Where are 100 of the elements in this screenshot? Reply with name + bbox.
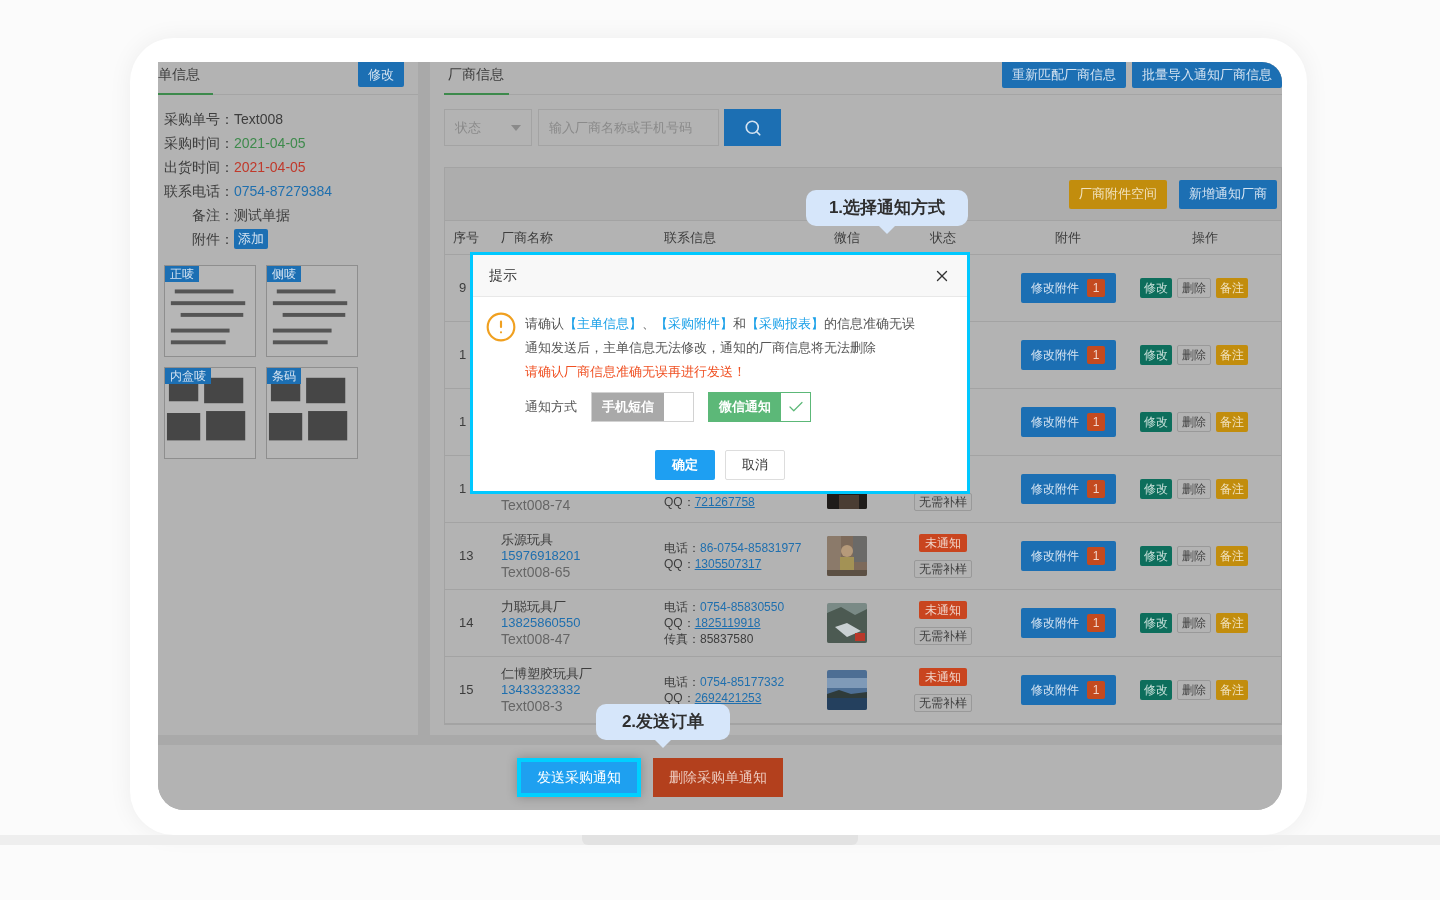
edit-attachment-button[interactable]: 修改附件 1 bbox=[1020, 407, 1116, 437]
field-value: 0754-87279384 bbox=[234, 181, 333, 201]
attachment-thumbnail[interactable]: 侧唛 bbox=[266, 265, 358, 357]
vendor-name: 乐源玩具 bbox=[501, 532, 554, 548]
edit-attachment-button[interactable]: 修改附件 1 bbox=[1020, 675, 1116, 705]
thumbnail-tag: 内盒唛 bbox=[165, 368, 211, 384]
edit-attachment-button[interactable]: 修改附件 1 bbox=[1020, 273, 1116, 303]
row-action-button[interactable]: 修改 bbox=[1139, 479, 1172, 499]
callout: 2.发送订单 bbox=[596, 704, 730, 748]
vendor-phone: 13825860550 bbox=[501, 615, 582, 631]
row-action-button[interactable]: 删除 bbox=[1176, 613, 1211, 633]
count-badge: 1 bbox=[1087, 413, 1105, 431]
search-button[interactable] bbox=[724, 109, 781, 146]
row-action-button[interactable]: 修改 bbox=[1139, 546, 1172, 566]
toolbar-button[interactable]: 厂商附件空间 bbox=[1069, 179, 1167, 209]
action-button[interactable]: 重新匹配厂商信息 bbox=[1002, 62, 1126, 88]
row-action-button[interactable]: 备注 bbox=[1215, 546, 1248, 566]
row-action-button[interactable]: 删除 bbox=[1176, 680, 1211, 700]
field-value: Text008 bbox=[234, 109, 284, 129]
warning-icon bbox=[485, 311, 517, 343]
row-number: 1 bbox=[458, 413, 468, 432]
row-action-button[interactable]: 备注 bbox=[1215, 412, 1248, 432]
dialog-note: 通知发送后，主单信息无法修改，通知的厂商信息将无法删除 bbox=[525, 339, 877, 357]
dialog-button[interactable]: 取消 bbox=[725, 450, 785, 480]
row-number: 14 bbox=[458, 614, 475, 633]
status-tag: 未通知 bbox=[919, 601, 967, 619]
field-value: 测试单据 bbox=[234, 205, 290, 225]
panel-tab[interactable]: 单信息 bbox=[158, 62, 213, 95]
footer-button[interactable]: 删除采购单通知 bbox=[653, 758, 783, 797]
count-badge: 1 bbox=[1087, 480, 1105, 498]
toolbar-button[interactable]: 新增通知厂商 bbox=[1179, 179, 1277, 209]
vendor-name: 仁博塑胶玩具厂 bbox=[501, 666, 593, 682]
row-action-button[interactable]: 备注 bbox=[1215, 613, 1248, 633]
attachment-thumbnail[interactable]: 正唛 bbox=[164, 265, 256, 357]
method-option[interactable]: 手机短信 bbox=[591, 392, 694, 422]
row-action-button[interactable]: 修改 bbox=[1139, 345, 1172, 365]
field-label: 采购单号： bbox=[164, 109, 234, 129]
vendor-code: Text008-74 bbox=[501, 497, 572, 513]
row-action-button[interactable]: 备注 bbox=[1215, 345, 1248, 365]
contact-value: 85837580 bbox=[700, 631, 754, 648]
method-option[interactable]: 微信通知 bbox=[708, 392, 811, 422]
field-label: 采购时间： bbox=[164, 133, 234, 153]
contact-link[interactable]: 2692421253 bbox=[694, 689, 762, 707]
action-button[interactable]: 批量导入通知厂商信息 bbox=[1132, 62, 1282, 88]
row-action-button[interactable]: 删除 bbox=[1176, 345, 1211, 365]
row-action-button[interactable]: 备注 bbox=[1215, 680, 1248, 700]
edit-attachment-button[interactable]: 修改附件 1 bbox=[1020, 608, 1116, 638]
field-label: 联系电话： bbox=[164, 181, 234, 201]
count-badge: 1 bbox=[1087, 346, 1105, 364]
sample-tag: 无需补样 bbox=[914, 560, 972, 578]
search-icon bbox=[743, 118, 762, 137]
row-number: 13 bbox=[458, 547, 475, 566]
column-header: 联系信息 bbox=[663, 228, 717, 247]
sample-tag: 无需补样 bbox=[914, 627, 972, 645]
vendor-name: 力聪玩具厂 bbox=[501, 599, 567, 615]
edit-attachment-button[interactable]: 修改附件 1 bbox=[1020, 340, 1116, 370]
attachment-thumbnail[interactable]: 内盒唛 bbox=[164, 367, 256, 459]
contact-value: 86-0754-85831977 bbox=[700, 540, 802, 557]
row-action-button[interactable]: 备注 bbox=[1215, 479, 1248, 499]
dialog-button[interactable]: 确定 bbox=[655, 450, 715, 480]
row-number: 1 bbox=[458, 480, 468, 499]
row-action-button[interactable]: 删除 bbox=[1176, 412, 1211, 432]
contact-link[interactable]: 1305507317 bbox=[694, 555, 762, 573]
row-action-button[interactable]: 修改 bbox=[1139, 412, 1172, 432]
add-button[interactable]: 添加 bbox=[234, 229, 268, 249]
contact-label: 传真： bbox=[664, 631, 700, 648]
row-number: 9 bbox=[458, 279, 468, 298]
row-action-button[interactable]: 删除 bbox=[1176, 278, 1211, 298]
row-action-button[interactable]: 修改 bbox=[1139, 680, 1172, 700]
edit-attachment-button[interactable]: 修改附件 1 bbox=[1020, 474, 1116, 504]
dialog-warning: 请确认厂商信息准确无误再进行发送！ bbox=[525, 363, 747, 381]
footer-button[interactable]: 发送采购通知 bbox=[517, 758, 641, 797]
contact-label: 电话： bbox=[664, 599, 700, 616]
field-label: 附件： bbox=[191, 229, 234, 249]
thumbnail-tag: 正唛 bbox=[165, 266, 199, 282]
vendor-phone: 13433323332 bbox=[501, 682, 582, 698]
caret-icon bbox=[511, 124, 521, 131]
contact-label: QQ： bbox=[664, 556, 695, 573]
contact-link[interactable]: 721267758 bbox=[694, 493, 755, 511]
attachment-thumbnail[interactable]: 条码 bbox=[266, 367, 358, 459]
status-tag: 未通知 bbox=[919, 668, 967, 686]
thumbnail-tag: 侧唛 bbox=[267, 266, 301, 282]
row-action-button[interactable]: 修改 bbox=[1139, 613, 1172, 633]
contact-link[interactable]: 1825119918 bbox=[694, 614, 761, 632]
vendor-code: Text008-3 bbox=[501, 698, 564, 714]
row-number: 1 bbox=[458, 346, 468, 365]
method-label: 通知方式 bbox=[525, 398, 577, 417]
row-action-button[interactable]: 修改 bbox=[1139, 278, 1172, 298]
sample-tag: 无需补样 bbox=[914, 694, 972, 712]
edit-attachment-button[interactable]: 修改附件 1 bbox=[1020, 541, 1116, 571]
field-label: 出货时间： bbox=[164, 157, 234, 177]
row-action-button[interactable]: 删除 bbox=[1176, 546, 1211, 566]
field-label: 备注： bbox=[191, 205, 234, 225]
row-action-button[interactable]: 删除 bbox=[1176, 479, 1211, 499]
edit-button[interactable]: 修改 bbox=[358, 62, 404, 87]
panel-tab[interactable]: 厂商信息 bbox=[444, 62, 509, 95]
row-number: 15 bbox=[458, 681, 475, 700]
status-tag: 未通知 bbox=[919, 534, 967, 552]
row-action-button[interactable]: 备注 bbox=[1215, 278, 1248, 298]
column-header: 序号 bbox=[452, 228, 480, 247]
